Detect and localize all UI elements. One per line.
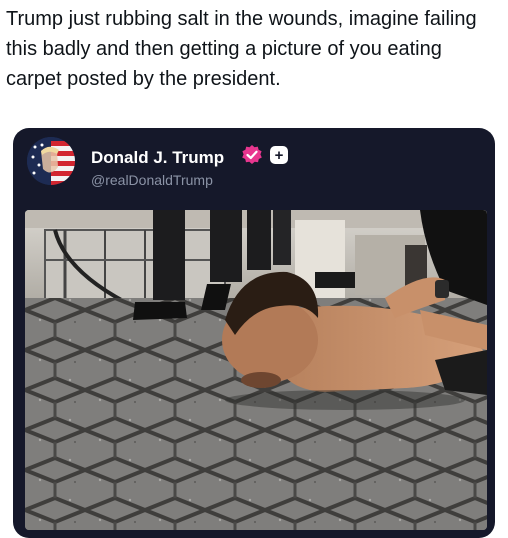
display-name[interactable]: Donald J. Trump [91,148,224,168]
flag-portrait-icon [27,137,75,185]
embedded-post-card[interactable]: Donald J. Trump + @realDonaldTrump [13,128,495,538]
arrest-scene-image [25,210,487,530]
verified-badge-icon [242,145,262,164]
post-header: Donald J. Trump + @realDonaldTrump [13,128,495,198]
post-caption: Trump just rubbing salt in the wounds, i… [6,8,477,90]
follow-button[interactable]: + [270,146,288,164]
user-handle[interactable]: @realDonaldTrump [91,172,213,188]
avatar[interactable] [27,137,75,185]
post-photo[interactable] [25,210,487,530]
